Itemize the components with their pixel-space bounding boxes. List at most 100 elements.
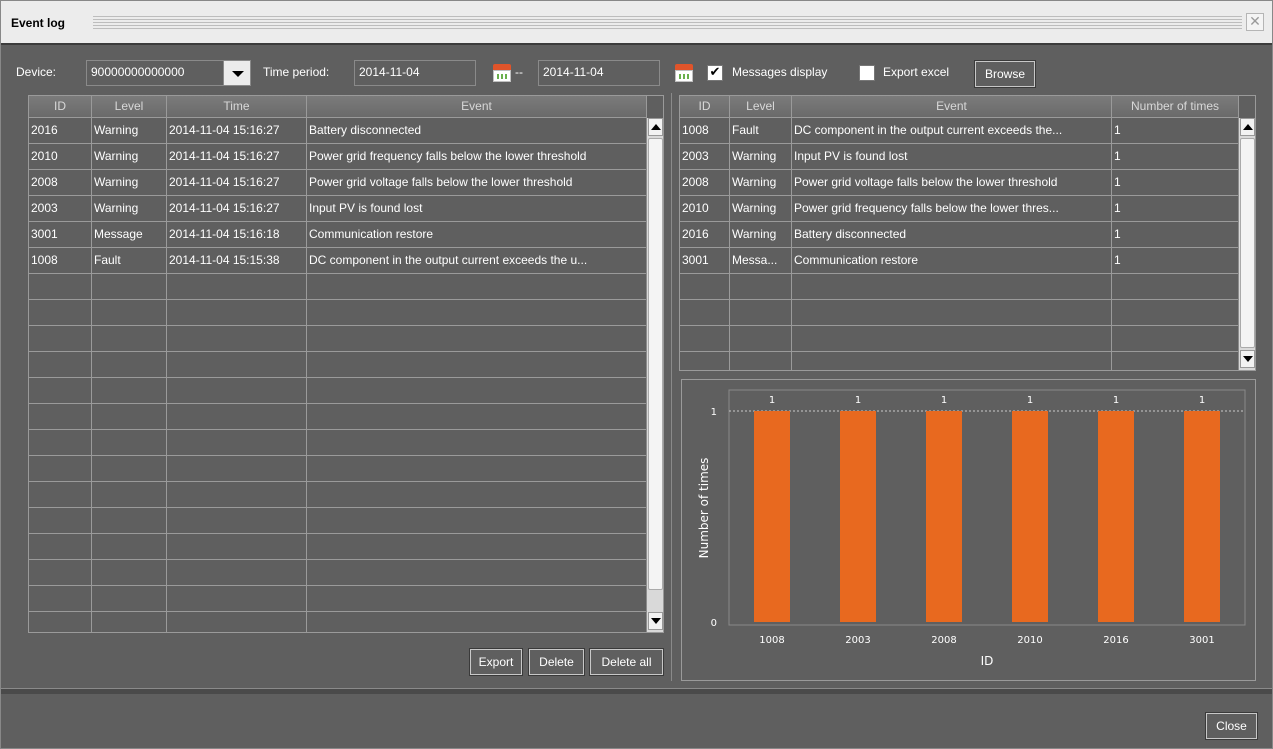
x-tick-label: 1008	[759, 635, 784, 646]
scroll-up-icon[interactable]	[1240, 118, 1255, 136]
table-row[interactable]	[680, 326, 1239, 352]
event-table: ID Level Time Event 2016 Warning 2014-11-04 1…	[28, 95, 664, 633]
title-bar[interactable]: Event log ✕	[1, 1, 1272, 43]
table-row[interactable]	[680, 274, 1239, 300]
table-row[interactable]	[29, 482, 647, 508]
scroll-down-icon[interactable]	[648, 612, 663, 630]
table-row[interactable]: 2010 Warning 2014-11-04 15:16:27 Power grid…	[29, 144, 647, 170]
table-cell: 1	[1112, 248, 1239, 273]
messages-display-label: Messages display	[732, 65, 828, 79]
calendar-icon[interactable]	[493, 64, 511, 82]
table-cell: Fault	[730, 118, 792, 143]
table-cell	[730, 274, 792, 299]
table-row[interactable]: 1008 Fault DC component in the output curr…	[680, 118, 1239, 144]
device-label: Device:	[16, 65, 57, 79]
delete-button[interactable]: Delete	[528, 648, 585, 676]
table-row[interactable]: 1008 Fault 2014-11-04 15:15:38 DC component…	[29, 248, 647, 274]
column-header[interactable]: Time	[167, 96, 307, 117]
export-excel-checkbox[interactable]	[859, 65, 875, 81]
calendar-icon[interactable]	[675, 64, 693, 82]
export-button[interactable]: Export	[469, 648, 523, 676]
x-tick-label: 3001	[1189, 635, 1214, 646]
table-cell	[307, 560, 647, 585]
table-cell	[307, 534, 647, 559]
scroll-down-icon[interactable]	[1240, 350, 1255, 368]
table-row[interactable]	[29, 456, 647, 482]
column-header[interactable]: Level	[730, 96, 792, 117]
table-cell: 2010	[680, 196, 730, 221]
vertical-scrollbar[interactable]	[646, 118, 663, 632]
table-cell: DC component in the output current excee…	[792, 118, 1112, 143]
table-row[interactable]	[29, 352, 647, 378]
scroll-thumb[interactable]	[1240, 138, 1255, 348]
table-cell: Warning	[730, 222, 792, 247]
table-row[interactable]: 2003 Warning Input PV is found lost 1	[680, 144, 1239, 170]
table-cell: 1	[1112, 222, 1239, 247]
table-row[interactable]	[680, 352, 1239, 370]
table-row[interactable]	[29, 300, 647, 326]
table-row[interactable]: 2003 Warning 2014-11-04 15:16:27 Input PV i…	[29, 196, 647, 222]
table-cell: 1008	[680, 118, 730, 143]
table-cell	[167, 508, 307, 533]
table-row[interactable]	[29, 274, 647, 300]
vertical-scrollbar[interactable]	[1238, 118, 1255, 370]
table-row[interactable]	[29, 508, 647, 534]
table-cell: 2014-11-04 15:16:27	[167, 118, 307, 143]
table-row[interactable]	[29, 534, 647, 560]
table-row[interactable]: 2008 Warning 2014-11-04 15:16:27 Power grid…	[29, 170, 647, 196]
table-cell	[29, 508, 92, 533]
scroll-thumb[interactable]	[648, 138, 663, 590]
table-row[interactable]	[29, 404, 647, 430]
panel-separator	[671, 93, 672, 681]
table-cell	[307, 378, 647, 403]
table-row[interactable]: 3001 Messa... Communication restore 1	[680, 248, 1239, 274]
table-row[interactable]: 3001 Message 2014-11-04 15:16:18 Communicat…	[29, 222, 647, 248]
chevron-down-icon[interactable]	[223, 60, 251, 86]
table-cell: Communication restore	[792, 248, 1112, 273]
table-cell: 1	[1112, 144, 1239, 169]
event-count-chart: 1 1008 1 2003 1 2008 1 2010 1 2016 1 3001 0 1 ID Number…	[681, 379, 1256, 681]
column-header[interactable]: ID	[29, 96, 92, 117]
column-header[interactable]: Event	[307, 96, 647, 117]
table-cell: Messa...	[730, 248, 792, 273]
close-button[interactable]: Close	[1205, 712, 1258, 740]
table-cell	[792, 300, 1112, 325]
table-row[interactable]: 2016 Warning Battery disconnected 1	[680, 222, 1239, 248]
delete-all-button[interactable]: Delete all	[589, 648, 664, 676]
table-row[interactable]: 2016 Warning 2014-11-04 15:16:27 Battery di…	[29, 118, 647, 144]
table-row[interactable]	[29, 378, 647, 404]
table-cell: Fault	[92, 248, 167, 273]
messages-display-checkbox[interactable]: ✔	[707, 65, 723, 81]
table-cell: Battery disconnected	[792, 222, 1112, 247]
table-cell	[29, 456, 92, 481]
table-row[interactable]	[29, 560, 647, 586]
table-cell	[307, 482, 647, 507]
table-row[interactable]: 2010 Warning Power grid frequency falls be…	[680, 196, 1239, 222]
table-cell	[29, 586, 92, 611]
table-cell	[167, 404, 307, 429]
table-row[interactable]	[29, 612, 647, 632]
column-header[interactable]: Level	[92, 96, 167, 117]
table-cell	[92, 456, 167, 481]
table-row[interactable]	[29, 430, 647, 456]
table-cell	[92, 430, 167, 455]
close-window-icon[interactable]: ✕	[1246, 13, 1264, 31]
table-row[interactable]	[29, 586, 647, 612]
column-header[interactable]: Number of times	[1112, 96, 1239, 117]
column-header[interactable]: Event	[792, 96, 1112, 117]
browse-button[interactable]: Browse	[974, 60, 1036, 88]
table-row[interactable]	[680, 300, 1239, 326]
table-cell: Message	[92, 222, 167, 247]
table-cell: Battery disconnected	[307, 118, 647, 143]
start-date-field[interactable]: 2014-11-04	[354, 60, 476, 86]
scroll-up-icon[interactable]	[648, 118, 663, 136]
summary-table-header: ID Level Event Number of times	[680, 96, 1239, 118]
table-row[interactable]: 2008 Warning Power grid voltage falls belo…	[680, 170, 1239, 196]
column-header[interactable]: ID	[680, 96, 730, 117]
table-cell	[29, 326, 92, 351]
table-row[interactable]	[29, 326, 647, 352]
table-cell: Power grid voltage falls below the lower…	[307, 170, 647, 195]
table-cell	[29, 378, 92, 403]
device-select[interactable]: 90000000000000	[86, 60, 226, 86]
end-date-field[interactable]: 2014-11-04	[538, 60, 660, 86]
